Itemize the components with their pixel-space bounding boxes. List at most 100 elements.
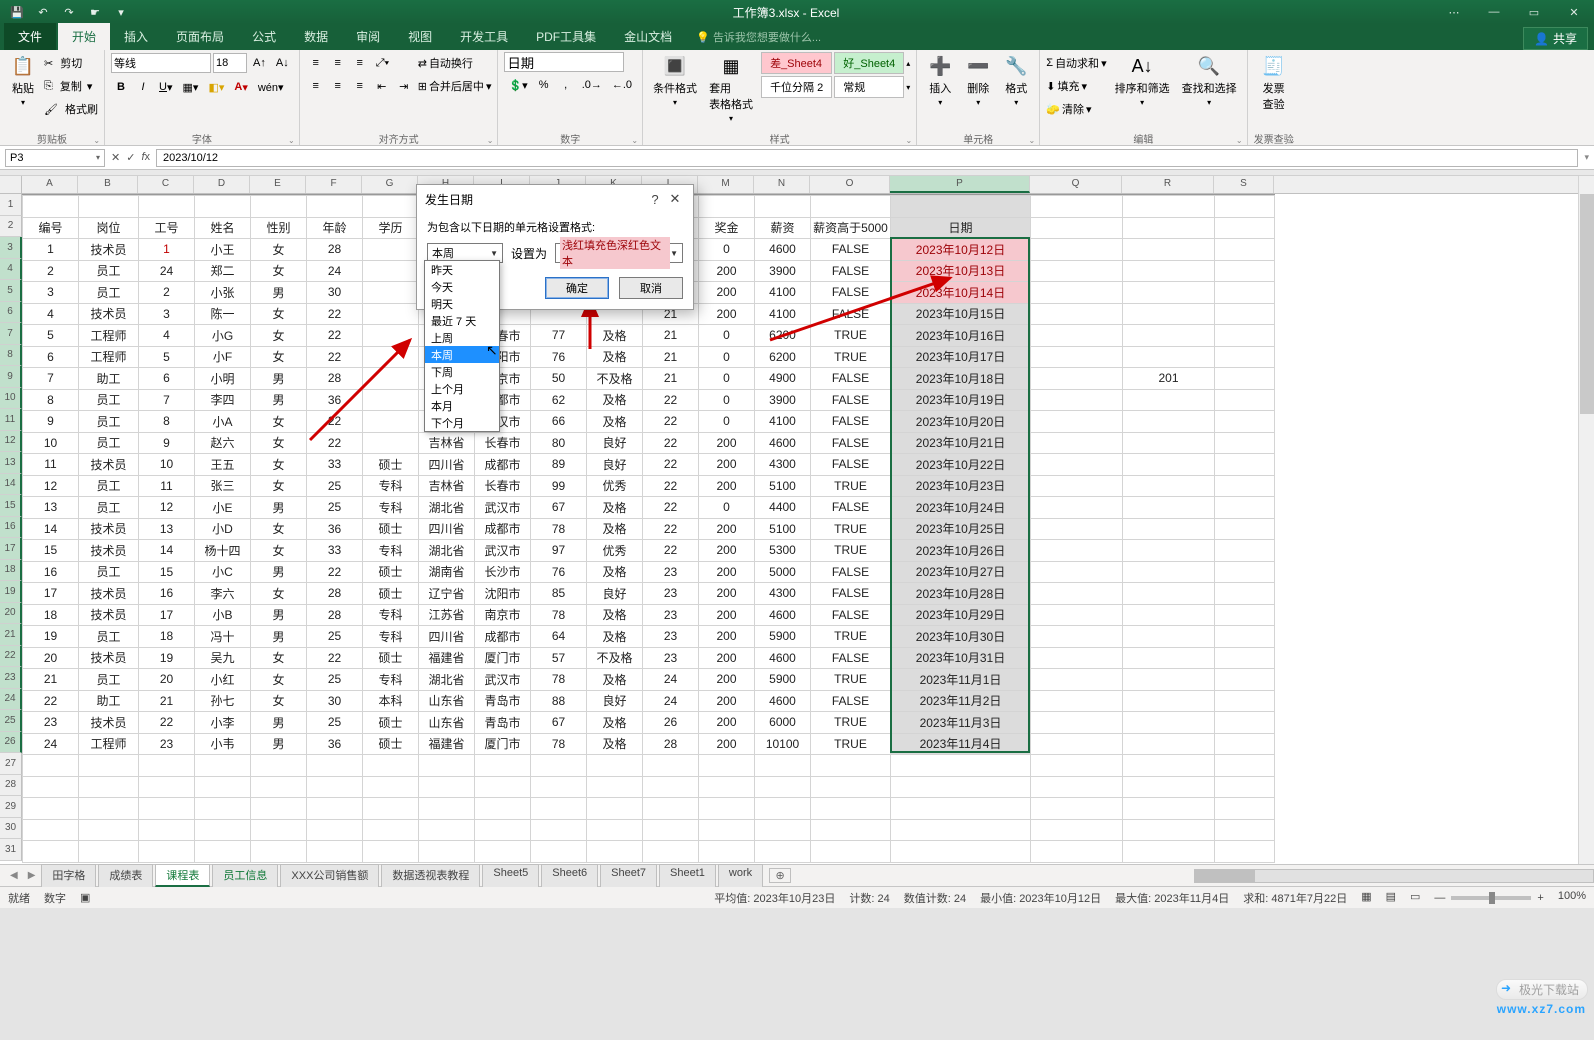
cell[interactable] — [1123, 583, 1215, 605]
cell[interactable]: 78 — [531, 733, 587, 755]
horizontal-scrollbar[interactable] — [1194, 869, 1594, 883]
cell[interactable]: 28 — [307, 604, 363, 626]
cell[interactable]: 2023年10月27日 — [891, 561, 1031, 583]
sheet-tab-2[interactable]: 课程表 — [155, 864, 210, 887]
cell[interactable]: 24 — [643, 669, 699, 691]
ribbon-tab-2[interactable]: 页面布局 — [162, 23, 238, 50]
cell[interactable]: 22 — [307, 411, 363, 433]
cell[interactable] — [363, 282, 419, 304]
cell[interactable] — [1215, 497, 1275, 519]
cell[interactable]: 33 — [307, 540, 363, 562]
cell[interactable]: 小李 — [195, 712, 251, 734]
col-header-Q[interactable]: Q — [1030, 176, 1122, 193]
cell[interactable]: FALSE — [811, 454, 891, 476]
cell[interactable]: 4300 — [755, 583, 811, 605]
cell[interactable]: 2023年10月16日 — [891, 325, 1031, 347]
cell[interactable] — [1123, 690, 1215, 712]
cell[interactable] — [1031, 561, 1123, 583]
clear-button[interactable]: 🧽 清除 ▾ — [1046, 98, 1106, 120]
cell[interactable] — [1215, 325, 1275, 347]
row-header-4[interactable]: 4 — [0, 259, 22, 281]
sheet-tab-9[interactable]: Sheet1 — [659, 864, 716, 887]
cell[interactable] — [1123, 260, 1215, 282]
row-header-14[interactable]: 14 — [0, 474, 22, 496]
cell[interactable]: 1 — [23, 239, 79, 261]
row-header-10[interactable]: 10 — [0, 388, 22, 410]
cell[interactable]: 及格 — [587, 497, 643, 519]
cell[interactable]: 李四 — [195, 389, 251, 411]
cell[interactable] — [1123, 540, 1215, 562]
cell[interactable]: 员工 — [79, 389, 139, 411]
cell[interactable]: 陈一 — [195, 303, 251, 325]
cell[interactable]: 22 — [307, 303, 363, 325]
cell[interactable]: 5 — [23, 325, 79, 347]
cell[interactable] — [1123, 497, 1215, 519]
ribbon-tab-9[interactable]: 金山文档 — [610, 23, 686, 50]
cell[interactable]: 山东省 — [419, 712, 475, 734]
cell[interactable]: 8 — [139, 411, 195, 433]
cell[interactable]: 30 — [307, 282, 363, 304]
cell[interactable]: 19 — [23, 626, 79, 648]
cell[interactable] — [1215, 239, 1275, 261]
cell[interactable]: 2023年10月13日 — [891, 260, 1031, 282]
cell[interactable]: 湖南省 — [419, 561, 475, 583]
cell[interactable]: 6000 — [755, 712, 811, 734]
cell[interactable]: 76 — [531, 346, 587, 368]
comma-format-icon[interactable]: , — [556, 75, 576, 95]
cell[interactable]: 28 — [307, 239, 363, 261]
cell[interactable]: 技术员 — [79, 303, 139, 325]
cell[interactable]: 小王 — [195, 239, 251, 261]
cell[interactable]: 23 — [643, 626, 699, 648]
cell[interactable]: 女 — [251, 239, 307, 261]
sheet-tab-10[interactable]: work — [718, 864, 763, 887]
cell[interactable]: 11 — [23, 454, 79, 476]
cell[interactable]: 21 — [643, 346, 699, 368]
cell[interactable]: 6 — [23, 346, 79, 368]
cell[interactable] — [1031, 626, 1123, 648]
cell[interactable]: 男 — [251, 497, 307, 519]
row-header-31[interactable]: 31 — [0, 839, 22, 861]
cell[interactable]: 吉林省 — [419, 432, 475, 454]
cell[interactable]: 员工 — [79, 282, 139, 304]
cell[interactable]: 10 — [23, 432, 79, 454]
cell[interactable]: 22 — [307, 432, 363, 454]
cell[interactable] — [1031, 518, 1123, 540]
font-color-button[interactable]: A▾ — [230, 77, 251, 97]
cell[interactable]: 孙七 — [195, 690, 251, 712]
indent-increase-icon[interactable]: ⇥ — [394, 76, 414, 96]
cell[interactable]: 及格 — [587, 712, 643, 734]
cell[interactable]: 24 — [23, 733, 79, 755]
cell[interactable]: FALSE — [811, 690, 891, 712]
col-header-G[interactable]: G — [362, 176, 418, 193]
cell[interactable]: 200 — [699, 432, 755, 454]
cell[interactable]: 员工 — [79, 626, 139, 648]
cell[interactable]: 23 — [23, 712, 79, 734]
cell[interactable]: 30 — [307, 690, 363, 712]
cell[interactable] — [1031, 282, 1123, 304]
cell[interactable]: 23 — [643, 561, 699, 583]
format-combo[interactable]: 浅红填充色深红色文本▼ — [555, 243, 683, 263]
cell[interactable]: 2023年10月20日 — [891, 411, 1031, 433]
cell[interactable]: 0 — [699, 239, 755, 261]
cell[interactable] — [1215, 690, 1275, 712]
expand-formula-bar-icon[interactable]: ▾ — [1584, 152, 1589, 163]
cell[interactable]: 优秀 — [587, 540, 643, 562]
cell[interactable]: 10100 — [755, 733, 811, 755]
cell[interactable]: 13 — [139, 518, 195, 540]
styles-more-icon[interactable]: ▾ — [906, 83, 910, 92]
close-window-button[interactable]: ✕ — [1554, 0, 1594, 24]
cell[interactable]: 22 — [139, 712, 195, 734]
row-header-6[interactable]: 6 — [0, 302, 22, 324]
row-header-25[interactable]: 25 — [0, 710, 22, 732]
cell[interactable]: 女 — [251, 647, 307, 669]
cell[interactable]: 员工 — [79, 497, 139, 519]
cell[interactable]: 男 — [251, 604, 307, 626]
cell[interactable]: 女 — [251, 260, 307, 282]
cell[interactable] — [1215, 561, 1275, 583]
cut-icon[interactable]: ✂ — [44, 57, 53, 70]
align-left-icon[interactable]: ≡ — [306, 76, 326, 96]
cell[interactable]: 小张 — [195, 282, 251, 304]
cell[interactable]: 成都市 — [475, 626, 531, 648]
cell[interactable]: 200 — [699, 669, 755, 691]
cell[interactable]: FALSE — [811, 497, 891, 519]
